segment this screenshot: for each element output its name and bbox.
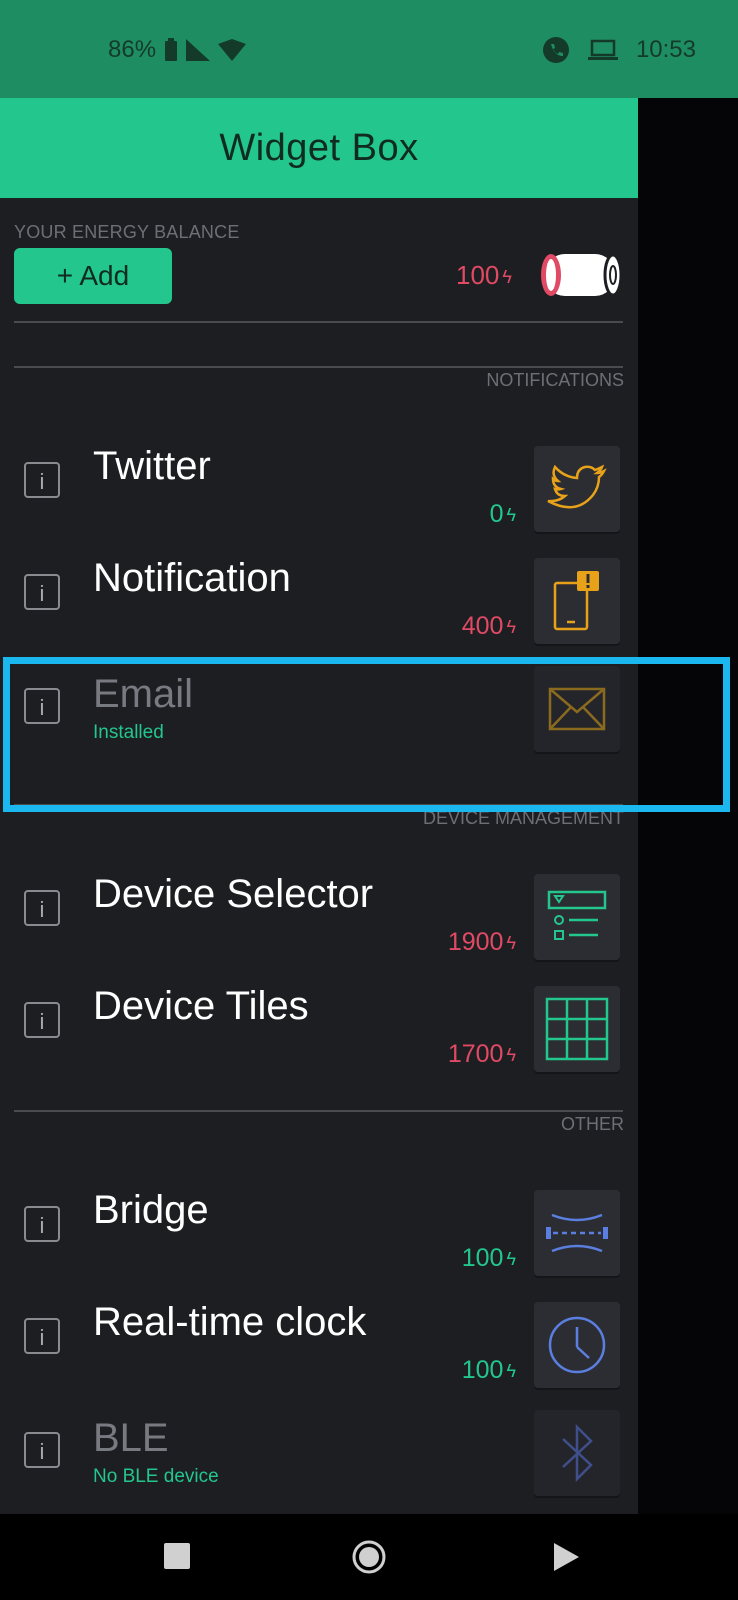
bolt-icon: ϟ — [506, 616, 516, 637]
widget-cost: 1700 ϟ — [448, 1040, 516, 1069]
status-bar: 86% 10:53 — [0, 0, 738, 98]
widget-title: Device Tiles — [93, 984, 309, 1028]
widget-row-bridge[interactable]: i Bridge 100 ϟ — [0, 1180, 638, 1292]
notification-icon — [534, 558, 620, 644]
info-icon[interactable]: i — [24, 574, 60, 610]
widget-title: Twitter — [93, 444, 211, 488]
energy-battery-icon — [541, 253, 623, 297]
section-device-management: DEVICE MANAGEMENT — [422, 808, 624, 828]
bolt-icon: ϟ — [502, 266, 512, 287]
status-left: 86% — [108, 36, 247, 64]
bolt-icon: ϟ — [506, 1044, 516, 1065]
energy-balance: 100 ϟ — [456, 260, 512, 291]
wifi-icon — [218, 39, 247, 61]
bolt-icon: ϟ — [506, 1248, 516, 1269]
widget-title: Device Selector — [93, 872, 374, 916]
widget-box-panel: Widget Box YOUR ENERGY BALANCE + Add 100… — [0, 98, 638, 1514]
clock-time: 10:53 — [635, 36, 696, 63]
panel-header: Widget Box — [0, 98, 638, 198]
widget-title: Bridge — [93, 1188, 209, 1232]
energy-balance-label: YOUR ENERGY BALANCE — [14, 222, 240, 242]
widget-row-ble[interactable]: i BLE No BLE device — [0, 1404, 638, 1514]
widget-status: No BLE device — [93, 1466, 219, 1487]
info-icon[interactable]: i — [24, 462, 60, 498]
twitter-icon — [534, 446, 620, 532]
widget-cost: 400 ϟ — [462, 612, 516, 641]
laptop-icon — [587, 39, 618, 60]
battery-percent: 86% — [108, 36, 157, 63]
widget-cost: 100 ϟ — [462, 1244, 516, 1273]
energy-balance-value: 100 — [456, 260, 500, 290]
cost-value: 100 — [461, 1356, 504, 1384]
bolt-icon: ϟ — [506, 932, 516, 953]
info-icon[interactable]: i — [24, 1318, 60, 1354]
widget-row-real-time-clock[interactable]: i Real-time clock 100 ϟ — [0, 1292, 638, 1404]
info-icon[interactable]: i — [24, 1432, 60, 1468]
widget-title: Email — [93, 672, 194, 716]
widget-cost: 1900 ϟ — [448, 928, 516, 957]
section-notifications: NOTIFICATIONS — [486, 370, 624, 390]
divider — [14, 804, 623, 806]
device-selector-icon — [534, 874, 620, 960]
page-title: Widget Box — [219, 126, 419, 169]
widget-cost: 0ϟ — [490, 500, 516, 529]
widget-row-device-selector[interactable]: i Device Selector 1900 ϟ — [0, 864, 638, 976]
cost-value: 100 — [461, 1244, 504, 1272]
home-button[interactable] — [352, 1540, 386, 1574]
widget-title: BLE — [93, 1416, 169, 1460]
divider — [14, 321, 623, 323]
bluetooth-icon — [534, 1410, 620, 1496]
info-icon[interactable]: i — [24, 688, 60, 724]
section-other: OTHER — [561, 1114, 624, 1134]
info-icon[interactable]: i — [24, 1002, 60, 1038]
background-overlay[interactable] — [638, 98, 738, 1514]
cost-value: 400 — [461, 612, 504, 640]
widget-status: Installed — [93, 722, 164, 743]
widget-row-twitter[interactable]: i Twitter 0ϟ — [0, 436, 638, 548]
info-icon[interactable]: i — [24, 890, 60, 926]
info-icon[interactable]: i — [24, 1206, 60, 1242]
widget-row-email[interactable]: i Email Installed — [0, 660, 638, 772]
bolt-icon: ϟ — [506, 1360, 516, 1381]
battery-icon — [165, 38, 178, 61]
widget-row-device-tiles[interactable]: i Device Tiles 1700 ϟ — [0, 976, 638, 1088]
cost-value: 1900 — [447, 928, 504, 956]
email-icon — [534, 666, 620, 752]
status-right: 10:53 — [542, 36, 696, 64]
navigation-bar — [0, 1514, 738, 1600]
widget-cost: 100 ϟ — [462, 1356, 516, 1385]
call-icon — [542, 37, 569, 63]
bolt-icon: ϟ — [506, 504, 516, 525]
clock-icon — [534, 1302, 620, 1388]
device-tiles-icon — [534, 986, 620, 1072]
back-button[interactable] — [552, 1542, 580, 1572]
widget-row-notification[interactable]: i Notification 400 ϟ — [0, 548, 638, 660]
bridge-icon — [534, 1190, 620, 1276]
recents-button[interactable] — [163, 1542, 191, 1570]
add-energy-button[interactable]: + Add — [14, 248, 172, 304]
widget-title: Notification — [93, 556, 291, 600]
cell-signal-icon — [186, 39, 211, 61]
widget-title: Real-time clock — [93, 1300, 367, 1344]
cost-value: 1700 — [447, 1040, 504, 1068]
cost-value: 0 — [489, 500, 504, 528]
divider — [14, 1110, 623, 1112]
divider — [14, 366, 623, 368]
